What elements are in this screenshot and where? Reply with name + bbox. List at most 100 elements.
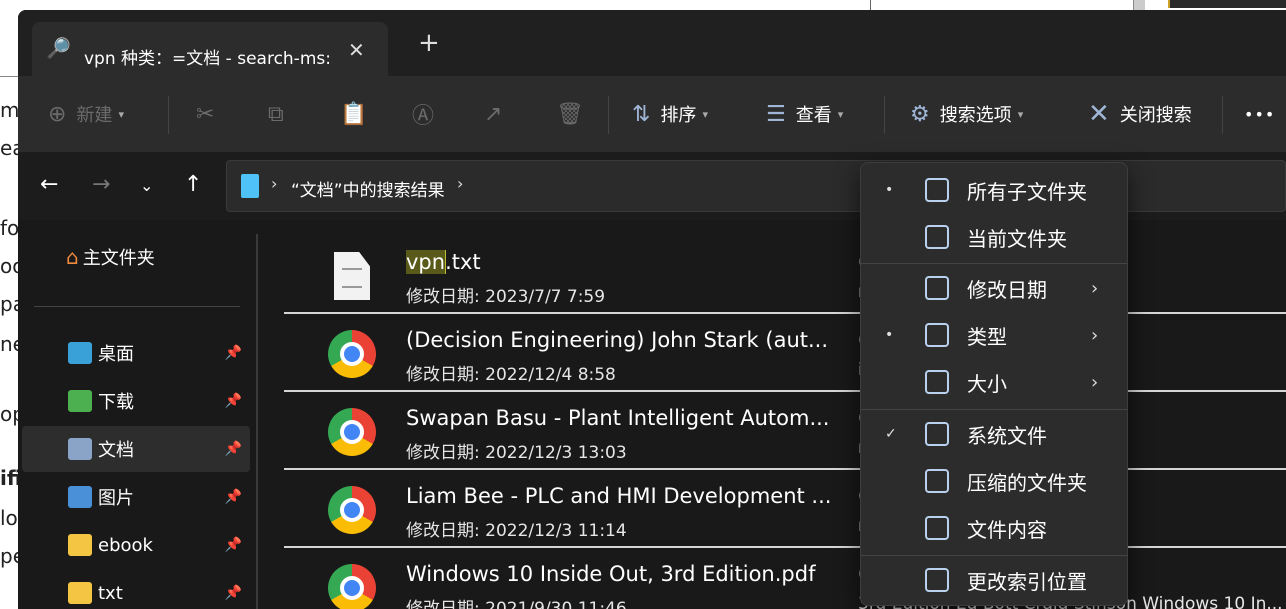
download-icon <box>68 390 92 412</box>
background-text-fragment: ea <box>0 136 20 160</box>
background-text-fragment: oo <box>0 254 20 278</box>
background-text-fragment: op <box>0 402 20 426</box>
forward-arrow-icon[interactable]: → <box>92 172 110 197</box>
sidebar-item-4[interactable]: 图片 📌 <box>22 474 250 520</box>
menu-item-label: 当前文件夹 <box>967 226 1067 251</box>
back-arrow-icon[interactable]: ← <box>40 172 58 197</box>
menu-item-file-search[interactable]: 文件内容 <box>865 505 1123 551</box>
new-button[interactable]: ⊕ 新建 ▾ <box>48 76 124 152</box>
navigation-pane: ⌂ 主文件夹 桌面 📌 下载 📌 文档 📌 图片 📌 ebook 📌 txt 📌 <box>18 220 258 609</box>
file-modified-date: 修改日期: 2021/9/30 11:46 <box>406 599 627 609</box>
background-text-fragment: ifi <box>0 466 20 490</box>
tab-bar: 🔎 vpn 种类：=文档 - search-ms: ✕ + <box>18 10 1286 78</box>
pin-icon[interactable]: 📌 <box>225 489 242 505</box>
pictures-icon <box>68 486 92 508</box>
paste-button[interactable]: 📋 <box>340 76 377 152</box>
sidebar-item-home[interactable]: ⌂ 主文件夹 <box>66 234 294 280</box>
text-file-icon <box>334 252 370 300</box>
menu-item-calendar-edit[interactable]: 修改日期 › <box>865 265 1123 311</box>
menu-item-system-file[interactable]: ✓ 系统文件 <box>865 411 1123 457</box>
background-text-fragment: pa <box>0 292 20 316</box>
close-search-button[interactable]: ✕ 关闭搜索 <box>1088 76 1192 152</box>
search-options-button[interactable]: ⚙ 搜索选项 ▾ <box>910 76 1023 152</box>
chevron-down-icon: ▾ <box>118 107 124 121</box>
menu-item-label: 所有子文件夹 <box>967 179 1087 204</box>
pin-icon[interactable]: 📌 <box>225 537 242 553</box>
file-row[interactable]: (Decision Engineering) John Stark (aut..… <box>284 314 1286 392</box>
file-name: Swapan Basu - Plant Intelligent Autom... <box>406 406 846 430</box>
menu-item-label: 更改索引位置 <box>967 569 1087 594</box>
pin-icon[interactable]: 📌 <box>225 393 242 409</box>
search-options-menu: • 所有子文件夹 当前文件夹 修改日期 › • 类型 › 大小 › ✓ 系统文件 压缩的文件夹 文件内容更… <box>860 162 1128 606</box>
sidebar-item-label: 主文件夹 <box>82 248 155 269</box>
share-button[interactable]: ↗ <box>484 76 512 152</box>
divider <box>608 96 609 134</box>
trash-icon: 🗑 <box>556 101 584 127</box>
background-divider <box>0 76 20 77</box>
cut-button[interactable]: ✂ <box>196 76 224 152</box>
menu-item-zip-folder[interactable]: 压缩的文件夹 <box>865 458 1123 504</box>
sidebar-item-3[interactable]: 文档 📌 <box>22 426 250 472</box>
file-modified-date: 修改日期: 2022/12/3 11:14 <box>406 521 627 541</box>
sidebar-item-5[interactable]: ebook 📌 <box>22 522 250 568</box>
folder-icon <box>68 534 92 556</box>
command-bar: ⊕ 新建 ▾ ✂ ⧉ 📋 Ⓐ ↗ 🗑 ⇅ 排序 ▾ ☰ 查看 ▾ ⚙ 搜索选项 … <box>18 76 1286 152</box>
address-path: “文档”中的搜索结果 <box>291 181 445 201</box>
pin-icon[interactable]: 📌 <box>225 441 242 457</box>
rename-button[interactable]: Ⓐ <box>412 76 444 152</box>
file-types-icon <box>925 323 949 347</box>
folder-icon <box>68 582 92 604</box>
sort-button[interactable]: ⇅ 排序 ▾ <box>632 76 708 152</box>
plus-icon[interactable]: + <box>418 30 440 56</box>
close-icon[interactable]: ✕ <box>348 38 365 62</box>
menu-divider <box>861 263 1127 264</box>
menu-item-label: 文件内容 <box>967 517 1047 542</box>
view-button[interactable]: ☰ 查看 ▾ <box>766 76 843 152</box>
close-icon: ✕ <box>1088 99 1110 129</box>
file-modified-date: 修改日期: 2022/12/3 13:03 <box>406 443 627 463</box>
menu-item-label: 类型 <box>967 324 1007 349</box>
new-label: 新建 <box>76 105 113 126</box>
pin-icon[interactable]: 📌 <box>225 345 242 361</box>
copy-button[interactable]: ⧉ <box>268 76 294 152</box>
menu-item-folder[interactable]: 当前文件夹 <box>865 214 1123 260</box>
file-name: Liam Bee - PLC and HMI Development ... <box>406 484 846 508</box>
selected-dot-icon: • <box>885 327 894 343</box>
calendar-edit-icon <box>925 276 949 300</box>
menu-item-file-size[interactable]: 大小 › <box>865 359 1123 405</box>
menu-item-index-key[interactable]: 更改索引位置 <box>865 557 1123 603</box>
scrollbar[interactable] <box>256 234 258 609</box>
sidebar-item-6[interactable]: txt 📌 <box>22 570 250 609</box>
chevron-down-icon: ▾ <box>702 107 708 121</box>
menu-item-file-types[interactable]: • 类型 › <box>865 312 1123 358</box>
sort-icon: ⇅ <box>632 101 651 127</box>
more-button[interactable]: ••• <box>1244 76 1275 152</box>
recent-locations-chevron-icon[interactable]: ⌄ <box>140 176 153 195</box>
file-name: vpn.txt <box>406 250 846 274</box>
chevron-right-icon[interactable]: › <box>457 174 463 193</box>
search-settings-icon: ⚙ <box>910 101 930 127</box>
sidebar-item-2[interactable]: 下载 📌 <box>22 378 250 424</box>
background-divider <box>870 0 871 10</box>
sidebar-item-label: txt <box>98 582 123 604</box>
add-circle-icon: ⊕ <box>48 101 67 127</box>
tab-title: vpn 种类：=文档 - search-ms: <box>84 49 331 69</box>
file-row[interactable]: vpn.txt修改日期: 2023/7/7 7:59(m/api/v1/clie… <box>284 236 1286 314</box>
paste-icon: 📋 <box>340 101 368 127</box>
file-row[interactable]: Liam Bee - PLC and HMI Development ... 修改… <box>284 470 1286 548</box>
file-row[interactable]: Windows 10 Inside Out, 3rd Edition.pdf 修改… <box>284 548 1286 609</box>
search-results-list: vpn.txt修改日期: 2023/7/7 7:59(m/api/v1/clie… <box>284 224 1286 609</box>
background-panel <box>1168 0 1286 8</box>
menu-item-subfolders[interactable]: • 所有子文件夹 <box>865 167 1123 213</box>
tab-search[interactable]: 🔎 vpn 种类：=文档 - search-ms: ✕ <box>32 22 388 78</box>
pin-icon[interactable]: 📌 <box>225 585 242 601</box>
file-row[interactable]: Swapan Basu - Plant Intelligent Autom...… <box>284 392 1286 470</box>
sidebar-item-1[interactable]: 桌面 📌 <box>22 330 250 376</box>
up-arrow-icon[interactable]: ↑ <box>184 172 202 197</box>
file-name-text: (Decision Engineering) John Stark (aut..… <box>406 328 829 352</box>
delete-button[interactable]: 🗑 <box>556 76 594 152</box>
chrome-icon <box>328 486 376 534</box>
file-modified-date: 修改日期: 2022/12/4 8:58 <box>406 365 616 385</box>
background-text-fragment: pe <box>0 544 20 568</box>
checkmark-icon: ✓ <box>885 426 897 442</box>
